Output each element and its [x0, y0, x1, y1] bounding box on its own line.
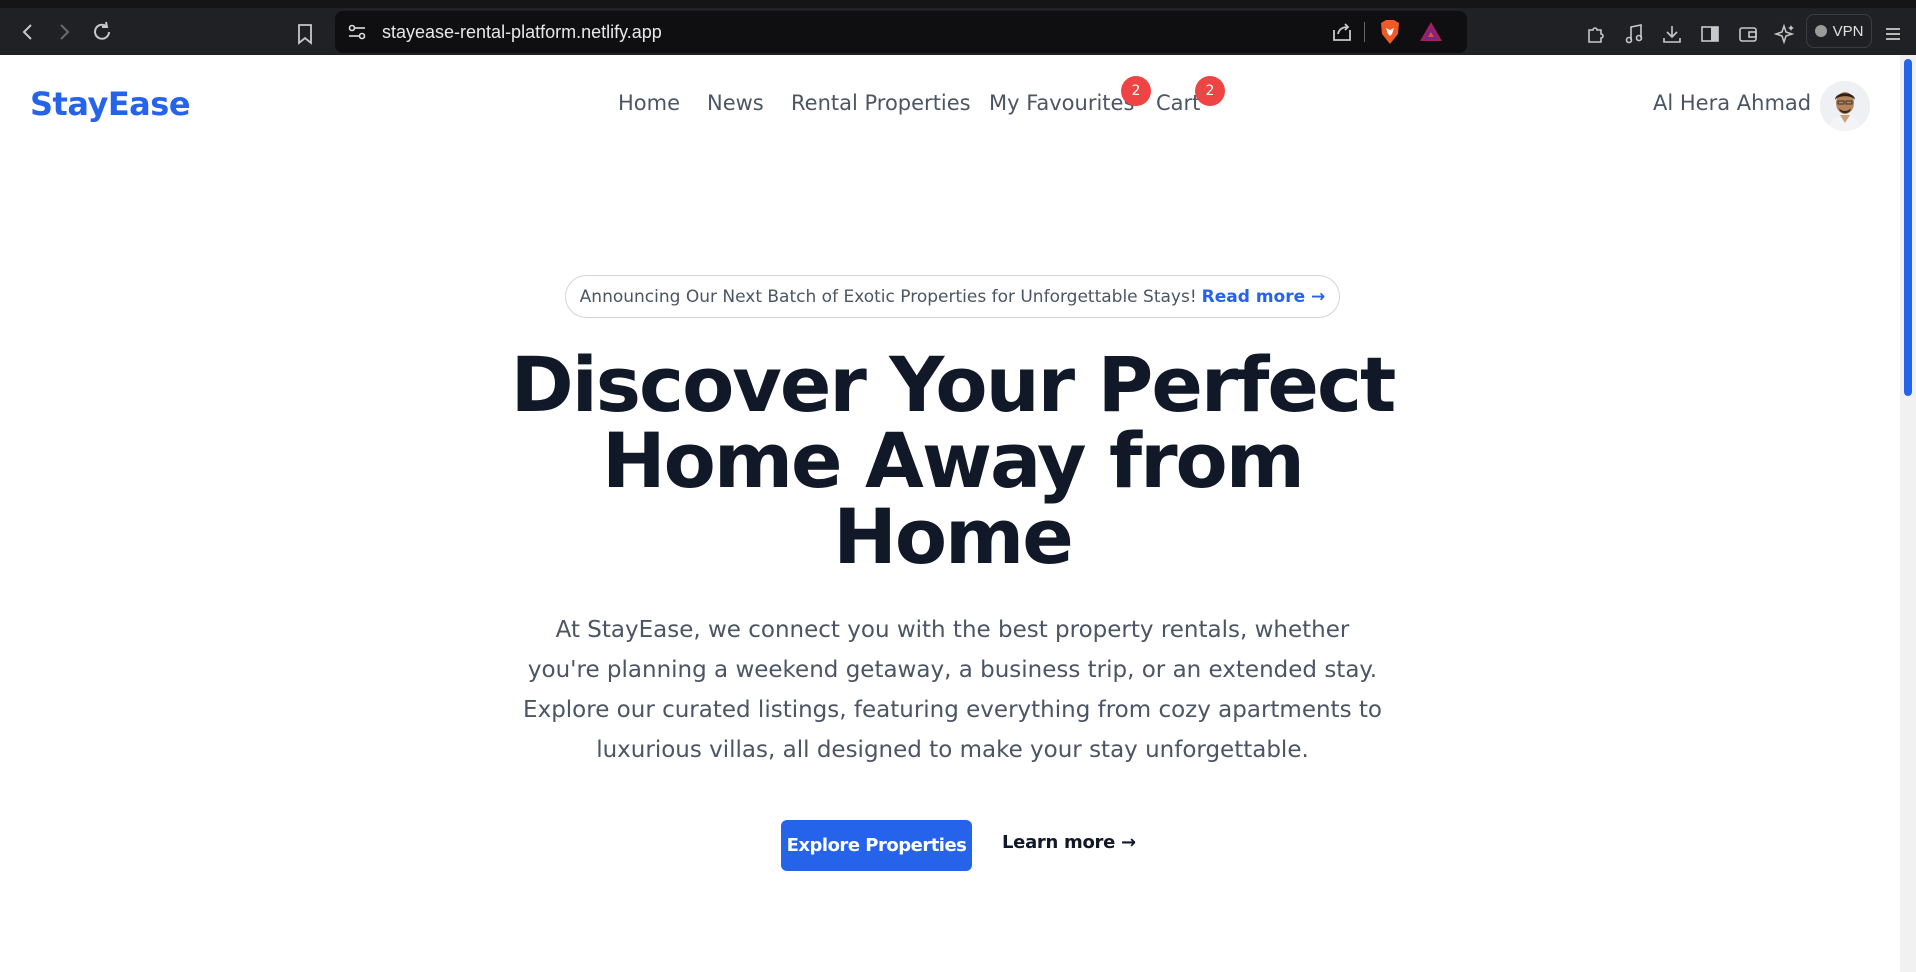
share-icon[interactable]: [1330, 20, 1354, 44]
sidebar-icon[interactable]: [1697, 21, 1723, 47]
hero-title: Discover Your Perfect Home Away from Hom…: [450, 347, 1455, 575]
wallet-icon[interactable]: [1735, 21, 1761, 47]
browser-toolbar: stayease-rental-platform.netlify.app VPN: [0, 0, 1916, 55]
read-more-link[interactable]: Read more →: [1202, 287, 1326, 307]
reload-icon[interactable]: [86, 16, 118, 48]
address-bar[interactable]: stayease-rental-platform.netlify.app: [335, 11, 1467, 53]
brave-rewards-icon[interactable]: [1418, 20, 1444, 44]
hero-title-line-1: Discover Your Perfect: [510, 340, 1397, 429]
nav-my-favourites[interactable]: My Favourites: [989, 91, 1134, 115]
extensions-icon[interactable]: [1583, 21, 1609, 47]
favourites-count-badge: 2: [1121, 76, 1151, 106]
menu-icon[interactable]: [1880, 21, 1906, 47]
site-settings-icon[interactable]: [345, 20, 369, 44]
hero-title-line-3: Home: [833, 492, 1074, 581]
download-icon[interactable]: [1659, 21, 1685, 47]
page-scrollbar[interactable]: [1900, 55, 1916, 972]
vpn-button[interactable]: VPN: [1806, 14, 1872, 48]
page-content: StayEase Home News Rental Properties My …: [0, 55, 1900, 972]
site-logo[interactable]: StayEase: [30, 85, 191, 123]
user-name[interactable]: Al Hera Ahmad: [1653, 91, 1811, 115]
scrollbar-thumb[interactable]: [1904, 59, 1912, 396]
hero-description: At StayEase, we connect you with the bes…: [523, 617, 1382, 763]
music-icon[interactable]: [1621, 21, 1647, 47]
nav-rental-properties[interactable]: Rental Properties: [791, 91, 971, 115]
brave-shields-icon[interactable]: [1378, 19, 1402, 45]
announcement-text: Announcing Our Next Batch of Exotic Prop…: [579, 286, 1197, 307]
divider: [1364, 22, 1365, 42]
nav-news[interactable]: News: [707, 91, 764, 115]
learn-more-link[interactable]: Learn more →: [1002, 832, 1136, 853]
bookmark-icon[interactable]: [294, 23, 316, 45]
avatar[interactable]: [1820, 81, 1870, 131]
cart-count-badge: 2: [1195, 76, 1225, 106]
explore-properties-button[interactable]: Explore Properties: [781, 820, 972, 871]
forward-icon[interactable]: [48, 16, 80, 48]
nav-home[interactable]: Home: [618, 91, 680, 115]
back-icon[interactable]: [12, 16, 44, 48]
nav-cart[interactable]: Cart: [1156, 91, 1200, 115]
vpn-label: VPN: [1832, 22, 1864, 40]
url-text[interactable]: stayease-rental-platform.netlify.app: [382, 22, 662, 43]
hero-title-line-2: Home Away from: [602, 416, 1305, 505]
vpn-status-icon: [1814, 25, 1827, 37]
announcement-banner: Announcing Our Next Batch of Exotic Prop…: [565, 275, 1340, 318]
leo-ai-icon[interactable]: [1772, 21, 1798, 47]
